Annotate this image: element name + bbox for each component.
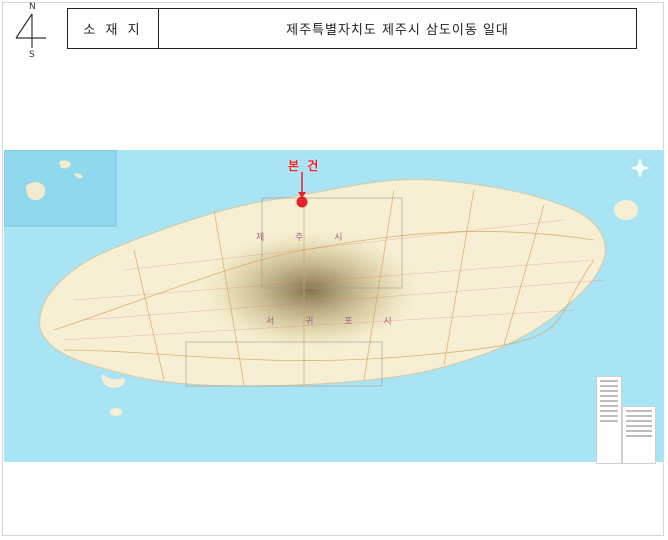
marado-island (110, 408, 122, 416)
seogwipo-city-label: 서 귀 포 시 (266, 317, 406, 327)
jeju-city-label: 제 주 시 (256, 233, 357, 243)
inset-map (4, 150, 117, 227)
compass-north-label: N (29, 2, 36, 12)
subject-property-label: 본 건 (288, 159, 321, 173)
location-value: 제주특별자치도 제주시 삼도이동 일대 (286, 23, 509, 38)
map-legend-left (596, 376, 622, 464)
map-canvas (4, 150, 664, 462)
north-arrow-icon (15, 13, 46, 48)
subject-property-marker[interactable] (296, 196, 308, 208)
location-table: 소 재 지 제주특별자치도 제주시 삼도이동 일대 (67, 8, 637, 49)
map-legend-right (622, 406, 656, 464)
compass: N S (10, 2, 54, 60)
udo-island (614, 200, 638, 220)
compass-south-label: S (29, 50, 35, 60)
jeju-island-map[interactable] (4, 150, 664, 464)
hallasan-mountain (200, 230, 420, 350)
location-label: 소 재 지 (68, 9, 159, 48)
